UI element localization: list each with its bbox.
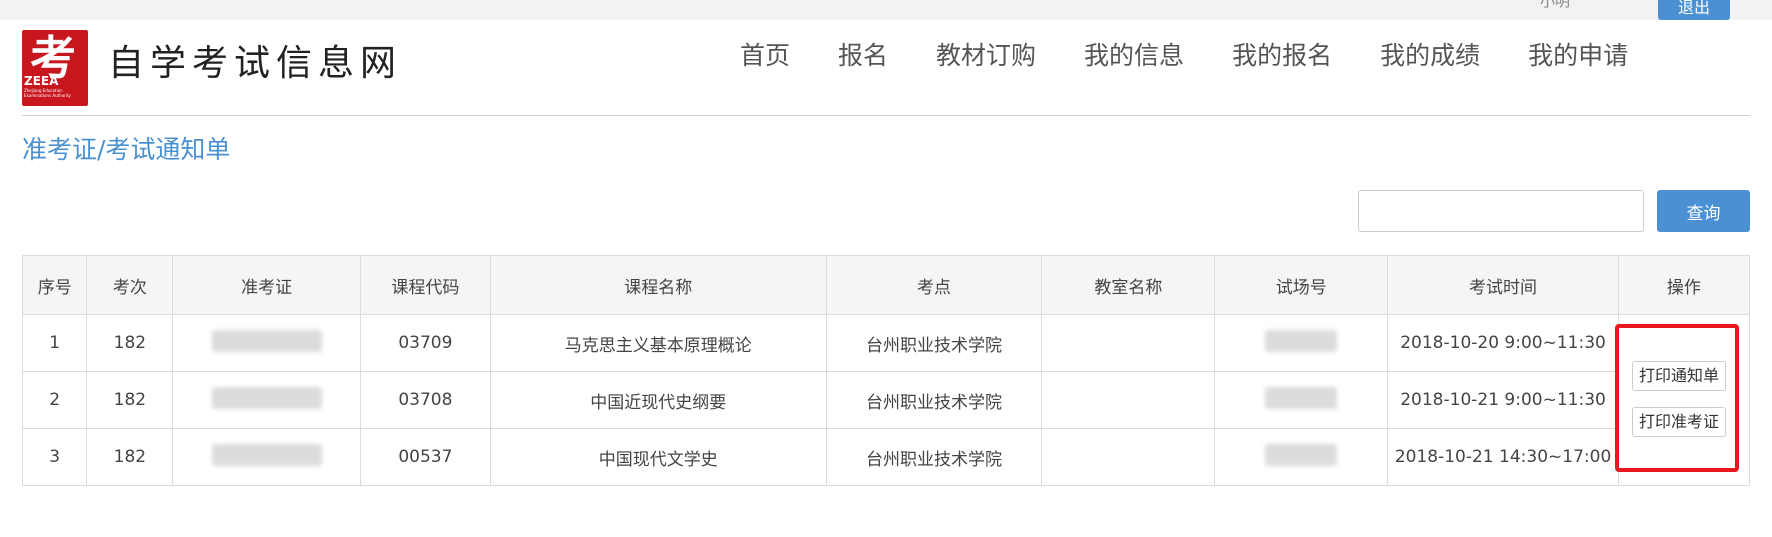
cell-exam-site: 台州职业技术学院 [825,371,1043,429]
table-row: 1 182 03709 马克思主义基本原理概论 台州职业技术学院 2018-10… [21,314,1751,486]
header-divider [22,115,1750,116]
header: 考 ZEEA Zhejiang Education Examinations A… [0,20,1772,116]
nav-item-home[interactable]: 首页 [740,36,790,76]
redacted-value [211,386,322,409]
column-header: 课程名称 [489,255,827,315]
redacted-value [1265,386,1338,409]
column-header: 考次 [86,255,174,315]
cell-admission-number [172,314,361,372]
column-header: 准考证 [172,255,361,315]
logo-english-text: Zhejiang Education Examinations Authorit… [24,88,71,98]
top-bar: 小明 退出 [0,0,1772,20]
nav-item-register[interactable]: 报名 [838,36,888,76]
nav-item-my-applications[interactable]: 我的申请 [1528,36,1628,76]
cell-exam-time: 2018-10-21 9:00~11:30 [1387,371,1619,429]
admission-table: 序号 考次 准考证 课程代码 课程名称 考点 教室名称 试场号 考试时间 操作 … [21,255,1751,486]
logo-acronym: ZEEA [24,74,59,88]
nav-item-my-scores[interactable]: 我的成绩 [1380,36,1480,76]
cell-exam-room-number [1214,428,1389,486]
redacted-value [1265,329,1338,352]
cell-classroom [1041,428,1216,486]
cell-admission-number [172,428,361,486]
nav-item-my-registrations[interactable]: 我的报名 [1232,36,1332,76]
print-admission-ticket-button[interactable]: 打印准考证 [1632,407,1727,437]
cell-no: 1 [21,314,88,372]
column-header: 教室名称 [1041,255,1216,315]
cell-classroom [1041,371,1216,429]
search-input[interactable] [1358,190,1644,232]
table-header-row: 序号 考次 准考证 课程代码 课程名称 考点 教室名称 试场号 考试时间 操作 [21,255,1751,315]
nav-item-textbook-order[interactable]: 教材订购 [936,36,1036,76]
cell-exam-room-number [1214,314,1389,372]
cell-no: 3 [21,428,88,486]
main-nav: 首页 报名 教材订购 我的信息 我的报名 我的成绩 我的申请 [740,36,1676,76]
print-notice-button[interactable]: 打印通知单 [1632,361,1727,391]
cell-course-code: 03708 [359,371,491,429]
cell-admission-number [172,371,361,429]
logout-button[interactable]: 退出 [1658,0,1730,20]
cell-exam-room-number [1214,371,1389,429]
column-header: 考试时间 [1387,255,1619,315]
table-row: 2 182 03708 中国近现代史纲要 台州职业技术学院 2018-10-21… [21,371,1750,429]
redacted-value [1265,443,1338,466]
column-header: 序号 [21,255,88,315]
cell-exam-site: 台州职业技术学院 [825,428,1043,486]
highlight-box [1615,324,1739,472]
column-header: 考点 [825,255,1043,315]
cell-term: 182 [86,428,174,486]
site-logo[interactable]: 考 ZEEA Zhejiang Education Examinations A… [22,30,88,106]
cell-course-name: 中国现代文学史 [489,428,827,486]
cell-course-code: 03709 [359,314,491,372]
cell-term: 182 [86,314,174,372]
redacted-value [211,443,322,466]
table-row: 3 182 00537 中国现代文学史 台州职业技术学院 2018-10-21 … [21,428,1750,486]
cell-course-name: 中国近现代史纲要 [489,371,827,429]
site-name: 自学考试信息网 [108,43,403,84]
cell-exam-time: 2018-10-21 14:30~17:00 [1387,428,1619,486]
cell-course-name: 马克思主义基本原理概论 [489,314,827,372]
cell-term: 182 [86,371,174,429]
search-button[interactable]: 查询 [1657,190,1750,232]
cell-exam-time: 2018-10-20 9:00~11:30 [1387,314,1619,372]
cell-classroom [1041,314,1216,372]
page-title: 准考证/考试通知单 [22,135,231,164]
cell-course-code: 00537 [359,428,491,486]
cell-no: 2 [21,371,88,429]
cell-exam-site: 台州职业技术学院 [825,314,1043,372]
column-header: 操作 [1617,255,1751,315]
column-header: 课程代码 [359,255,491,315]
nav-item-my-info[interactable]: 我的信息 [1084,36,1184,76]
column-header: 试场号 [1214,255,1389,315]
user-link[interactable]: 小明 [1540,0,1570,11]
redacted-value [211,329,322,352]
